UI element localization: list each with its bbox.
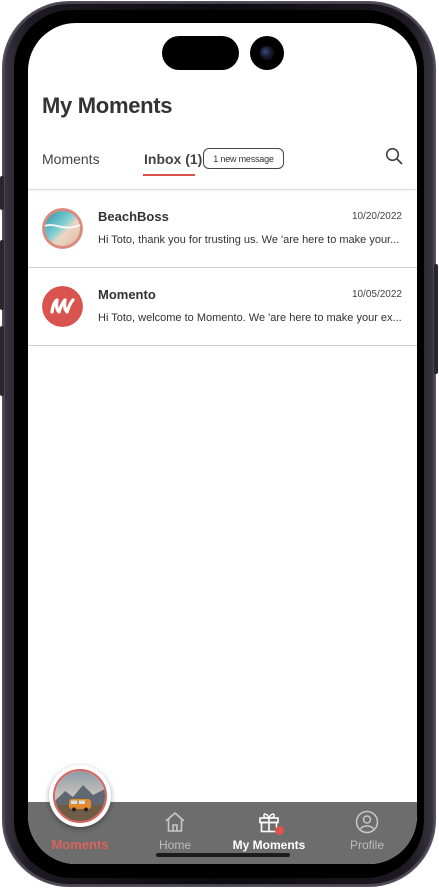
home-icon [165, 812, 185, 832]
action-button [0, 176, 4, 210]
active-tab-indicator [143, 174, 195, 176]
notification-dot [275, 826, 284, 835]
nav-item-profile[interactable]: Profile [327, 802, 407, 864]
nav-label: My Moments [232, 838, 306, 852]
beachboss-avatar [42, 208, 83, 249]
user-circle-icon [355, 810, 379, 834]
message-row-momento[interactable]: Momento 10/05/2022 Hi Toto, welcome to M… [28, 268, 417, 346]
volume-down-button [0, 326, 4, 396]
message-row-beachboss[interactable]: BeachBoss 10/20/2022 Hi Toto, thank you … [28, 190, 417, 268]
tab-inbox[interactable]: Inbox (1) [144, 151, 202, 167]
momento-avatar [42, 286, 83, 327]
beach-photo-icon [42, 208, 83, 249]
van-photo-avatar [53, 769, 107, 823]
moments-avatar-button[interactable] [49, 765, 111, 827]
tab-moments[interactable]: Moments [42, 151, 100, 167]
nav-label: Profile [349, 838, 384, 852]
momento-logo-icon [42, 286, 83, 327]
page-title: My Moments [42, 93, 173, 118]
home-indicator [156, 853, 290, 857]
dynamic-island [162, 36, 239, 70]
nav-label: Home [158, 838, 191, 852]
van-photo-icon [55, 771, 105, 821]
new-message-badge: 1 new message [203, 148, 284, 169]
message-date: 10/05/2022 [351, 289, 402, 300]
message-date: 10/20/2022 [351, 211, 402, 222]
message-preview: Hi Toto, welcome to Momento. We 'are her… [98, 312, 402, 324]
message-preview: Hi Toto, thank you for trusting us. We '… [98, 234, 400, 246]
power-button [434, 264, 438, 374]
front-camera [250, 36, 284, 70]
message-sender: Momento [98, 287, 156, 302]
search-icon[interactable] [385, 147, 403, 165]
message-sender: BeachBoss [98, 209, 169, 224]
volume-up-button [0, 240, 4, 310]
screen: My Moments Moments Inbox (1) 1 new messa… [28, 23, 417, 864]
phone-frame: My Moments Moments Inbox (1) 1 new messa… [0, 2, 438, 886]
nav-label: Moments [51, 837, 109, 852]
